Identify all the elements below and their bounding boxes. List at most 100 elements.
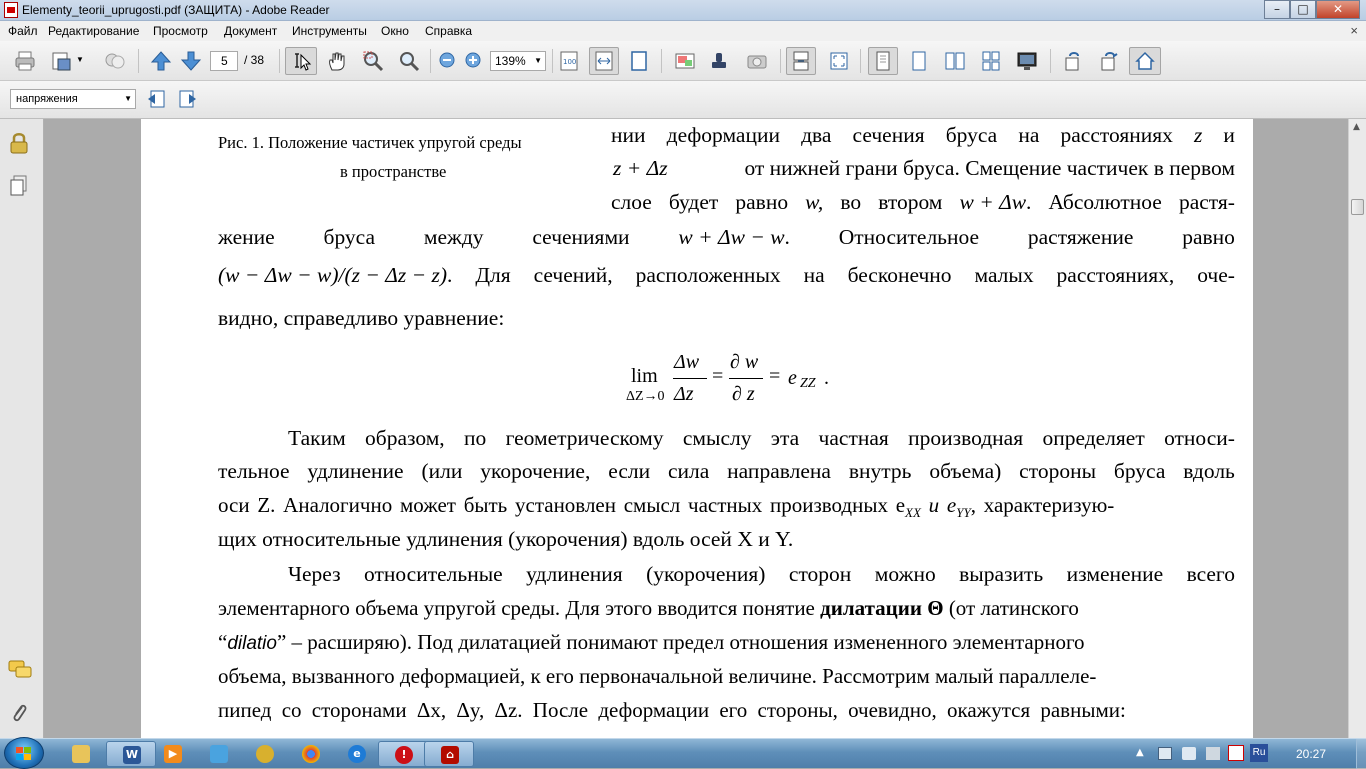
monitor-icon[interactable] (1016, 50, 1038, 72)
text-line: нии деформации два сечения бруса на расстояния… (611, 123, 1235, 147)
close-button[interactable]: ✕ (1316, 0, 1360, 19)
select-tool-button[interactable] (285, 47, 317, 75)
internet-explorer-icon: e (348, 745, 366, 763)
text-line: “dilatio” – расширяю). Под дилатацией по… (218, 630, 1085, 654)
scroll-up-icon[interactable]: ▲ (1353, 122, 1360, 132)
taskbar-app[interactable] (240, 741, 290, 767)
adobe-reader-icon (4, 2, 18, 18)
opera-icon: ! (395, 746, 413, 764)
menu-document[interactable]: Документ (224, 24, 277, 38)
document-view[interactable]: Рис. 1. Положение частичек упругой среды… (44, 119, 1348, 738)
start-button[interactable] (4, 737, 44, 769)
print-icon[interactable] (14, 50, 36, 72)
lock-icon[interactable] (9, 132, 29, 154)
text-line: z + Δz от нижней грани бруса. Смещение ча… (613, 156, 1235, 180)
rotate-icon[interactable] (1062, 50, 1084, 72)
text-line: пипед со сторонами Δx, Δy, Δz. После деф… (218, 698, 1126, 722)
pages-icon[interactable] (10, 175, 28, 197)
taskbar-adobe-reader[interactable]: ⌂ (424, 741, 474, 767)
folder-icon (72, 745, 90, 763)
find-next-icon[interactable] (178, 89, 198, 109)
show-hidden-icons-icon[interactable]: ▲ (1136, 747, 1144, 758)
stamp-icon[interactable] (708, 50, 730, 72)
network-tray-icon[interactable] (1158, 747, 1172, 760)
zoom-out-icon[interactable] (438, 51, 456, 69)
main-toolbar: ▼ 5 / 38 139% ▼ 100 (0, 41, 1366, 81)
find-previous-icon[interactable] (146, 89, 166, 109)
actual-size-icon[interactable]: 100 (558, 50, 580, 72)
minimize-button[interactable]: – (1264, 0, 1290, 19)
next-page-icon[interactable] (180, 50, 202, 72)
text-line: щих относительные удлинения (укорочения)… (218, 527, 794, 551)
menu-view[interactable]: Просмотр (153, 24, 208, 38)
show-desktop-button[interactable] (1356, 739, 1366, 769)
rotate-clockwise-icon[interactable] (1098, 50, 1120, 72)
svg-text:100: 100 (563, 58, 576, 66)
vertical-scrollbar[interactable]: ▲ (1348, 119, 1366, 738)
chrome-icon (302, 745, 320, 763)
device-icon[interactable] (1206, 747, 1220, 760)
save-dropdown-arrow[interactable]: ▼ (76, 55, 84, 64)
previous-page-icon[interactable] (150, 50, 172, 72)
text-line: тельное удлинение (или укорочение, если сила н… (218, 459, 1235, 483)
window-title: Elementy_teorii_uprugosti.pdf (ЗАЩИТА) -… (22, 3, 330, 17)
taskbar-ie[interactable]: e (332, 741, 382, 767)
taskbar-opera[interactable]: ! (378, 741, 428, 767)
word-icon: W (123, 746, 141, 764)
scroll-thumb[interactable] (1351, 199, 1364, 215)
menu-help[interactable]: Справка (425, 24, 472, 38)
collaborate-icon[interactable] (104, 50, 126, 72)
screenshot-icon[interactable] (674, 50, 696, 72)
taskbar-media-player[interactable]: ▶ (148, 741, 198, 767)
text-line: (w − Δw − w)/(z − Δz − z). Для сечений, рас… (218, 263, 1235, 287)
single-page-button[interactable] (868, 47, 898, 75)
two-page-icon[interactable] (944, 50, 966, 72)
volume-icon[interactable] (1182, 747, 1196, 760)
read-mode-button[interactable] (1129, 47, 1161, 75)
text-line: видно, справедливо уравнение: (218, 306, 505, 330)
language-indicator[interactable]: Ru (1250, 744, 1268, 762)
system-tray: ▲ Ru (1130, 739, 1366, 769)
flag-alert-icon[interactable] (1228, 745, 1244, 761)
single-page-icon (876, 51, 890, 71)
adobe-reader-icon: ⌂ (441, 746, 459, 764)
windows-logo-icon (16, 747, 31, 760)
clock[interactable]: 20:27 (1296, 747, 1326, 761)
hand-tool-icon[interactable] (326, 50, 348, 72)
taskbar: W ▶ e ! ⌂ ▲ Ru 20:27 (0, 737, 1366, 769)
dynamic-zoom-icon[interactable] (398, 50, 420, 72)
chevron-down-icon: ▼ (534, 56, 542, 65)
close-document-icon[interactable]: × (1350, 23, 1358, 38)
figure-caption-line1: Рис. 1. Положение частичек упругой среды (218, 133, 522, 152)
single-page-scroll-icon[interactable] (908, 50, 930, 72)
menu-tools[interactable]: Инструменты (292, 24, 367, 38)
continuous-page-icon (793, 51, 809, 71)
maximize-button[interactable]: □ (1290, 0, 1316, 19)
search-input[interactable]: напряжения ▼ (10, 89, 136, 109)
marquee-zoom-icon[interactable] (362, 50, 384, 72)
attachment-icon[interactable] (10, 702, 28, 724)
navigation-panel (0, 119, 44, 738)
full-screen-icon[interactable] (828, 50, 850, 72)
taskbar-explorer[interactable] (56, 741, 106, 767)
comments-icon[interactable] (8, 660, 32, 680)
camera-icon[interactable] (746, 50, 768, 72)
two-page-scroll-icon[interactable] (980, 50, 1002, 72)
single-page-continuous-button[interactable] (786, 47, 816, 75)
app-icon (256, 745, 274, 763)
taskbar-chrome[interactable] (286, 741, 336, 767)
save-copy-icon[interactable] (50, 50, 72, 72)
page-total-label: / 38 (244, 53, 265, 67)
page-number-input[interactable]: 5 (210, 51, 238, 71)
fit-width-button[interactable] (589, 47, 619, 75)
text-cursor-icon (295, 53, 312, 71)
menu-edit[interactable]: Редактирование (48, 24, 139, 38)
zoom-in-icon[interactable] (464, 51, 482, 69)
fit-page-icon[interactable] (628, 50, 650, 72)
figure-caption-line2: в пространстве (340, 162, 447, 181)
menu-file[interactable]: Файл (8, 24, 38, 38)
taskbar-network[interactable] (194, 741, 244, 767)
zoom-level-select[interactable]: 139% ▼ (490, 51, 546, 71)
menu-window[interactable]: Окно (381, 24, 409, 38)
find-toolbar: напряжения ▼ (0, 81, 1366, 119)
